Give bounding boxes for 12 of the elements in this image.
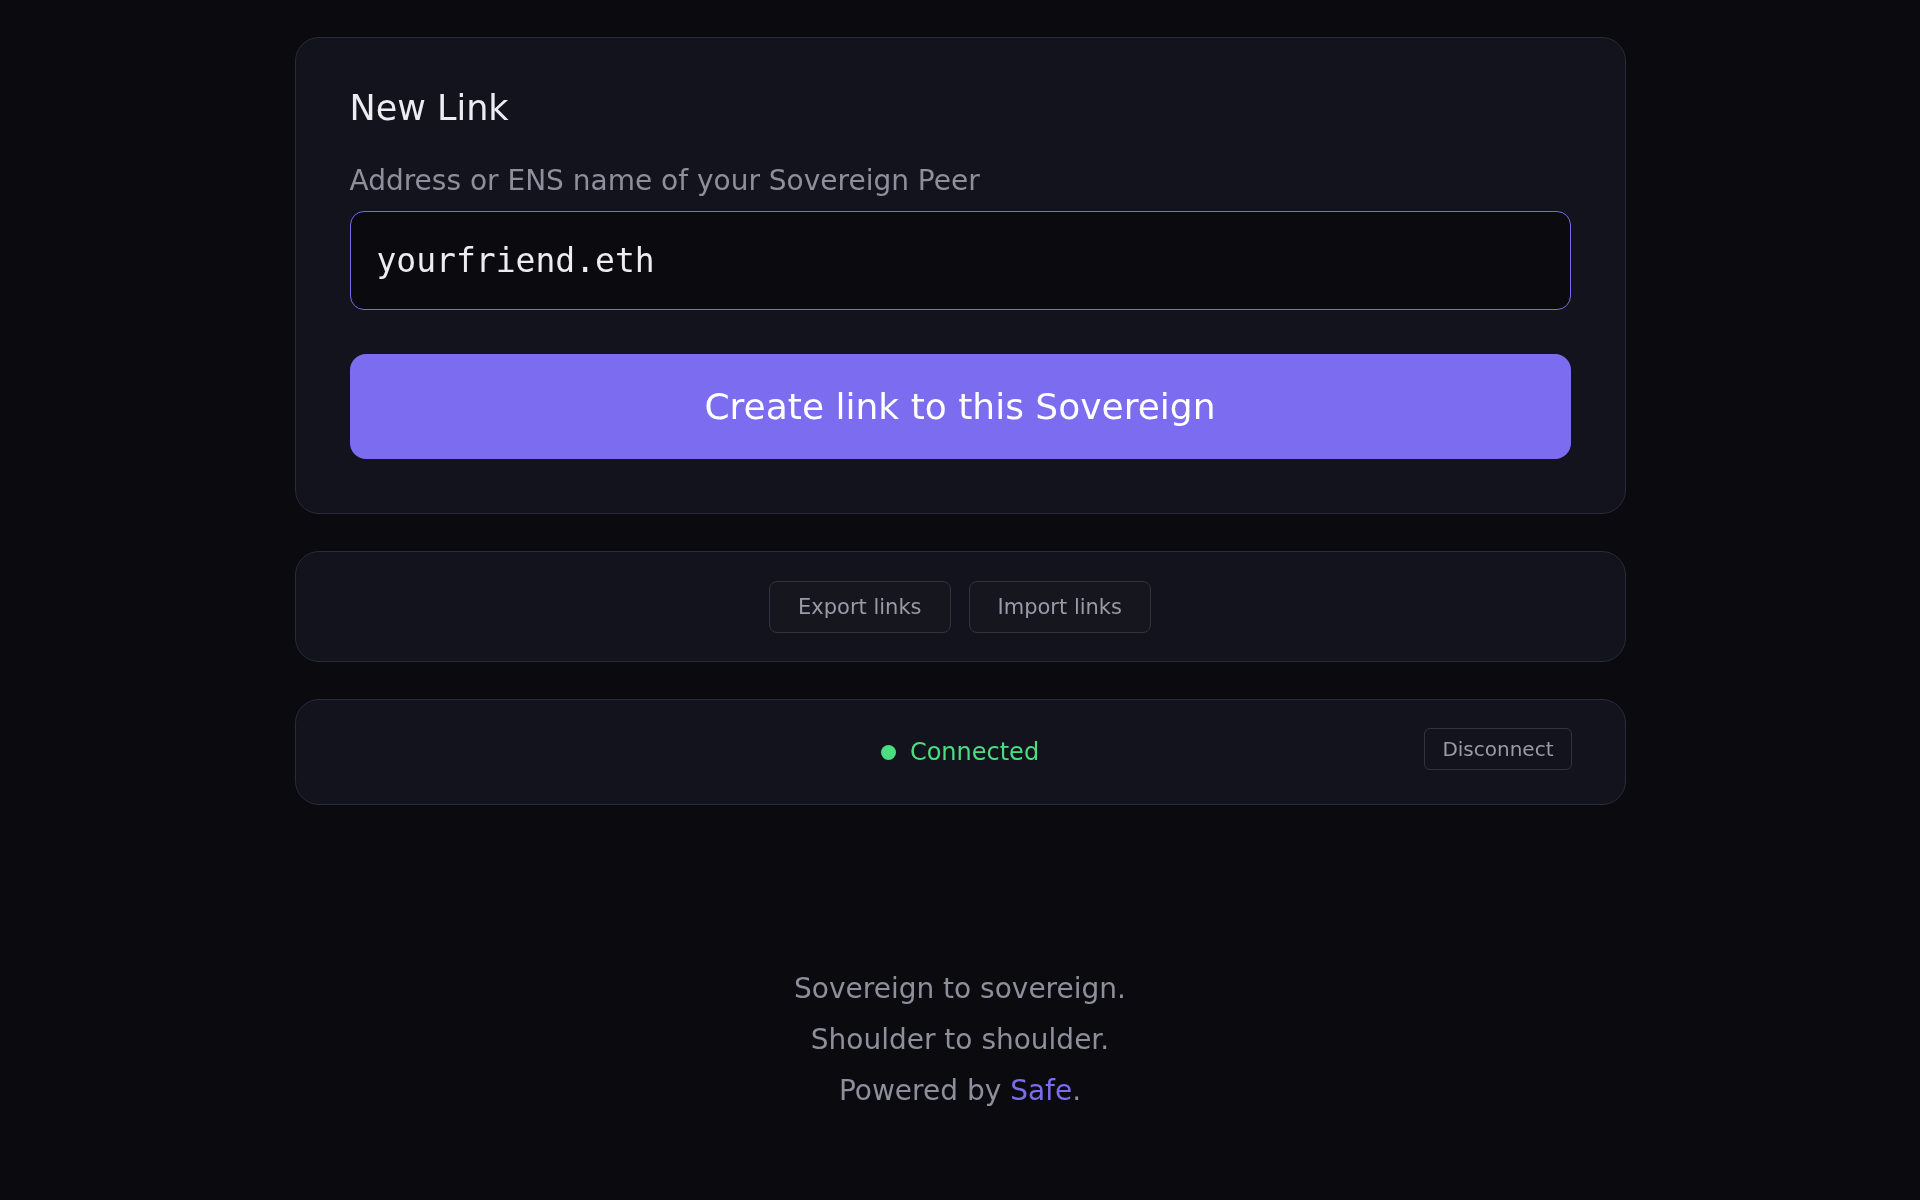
create-link-button[interactable]: Create link to this Sovereign <box>349 354 1571 459</box>
address-input[interactable]: yourfriend.eth <box>349 211 1571 310</box>
link-action-button[interactable]: Import links <box>968 580 1151 633</box>
card-title: New Link <box>349 88 510 128</box>
safe-link[interactable]: Safe <box>1010 1074 1073 1107</box>
footer-line: Shoulder to shoulder. <box>810 1023 1110 1056</box>
footer-line: Powered by Safe. <box>838 1074 1082 1107</box>
connection-status: Connected <box>909 738 1040 766</box>
field-label: Address or ENS name of your Sovereign Peer <box>349 164 981 197</box>
disconnect-button[interactable]: Disconnect <box>1424 728 1572 770</box>
link-action-button[interactable]: Export links <box>769 580 951 633</box>
footer-line: Sovereign to sovereign. <box>794 972 1126 1005</box>
